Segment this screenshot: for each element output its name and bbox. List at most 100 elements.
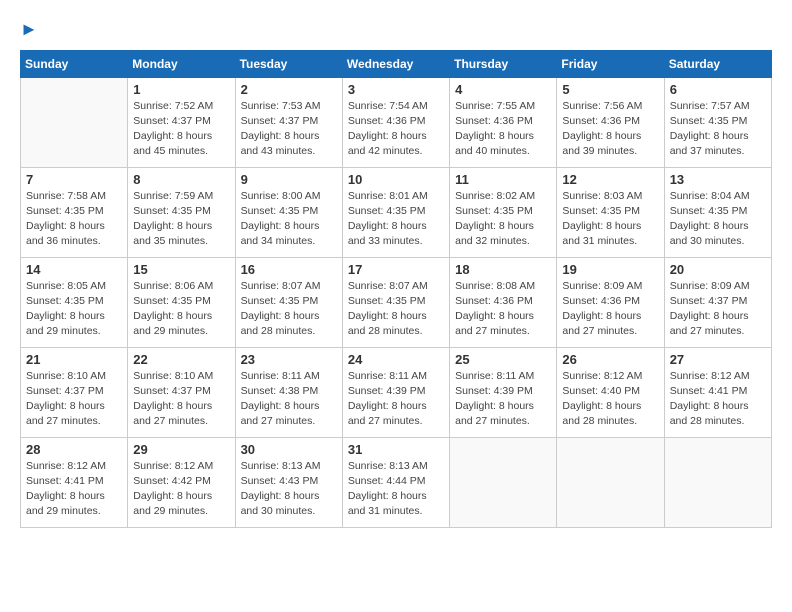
day-header-saturday: Saturday <box>664 50 771 77</box>
day-info: Sunrise: 8:11 AMSunset: 4:39 PMDaylight:… <box>455 369 551 430</box>
calendar-cell: 31 Sunrise: 8:13 AMSunset: 4:44 PMDayligh… <box>342 437 449 527</box>
day-number: 24 <box>348 352 444 367</box>
day-info: Sunrise: 8:12 AMSunset: 4:41 PMDaylight:… <box>670 369 766 430</box>
calendar-table: SundayMondayTuesdayWednesdayThursdayFrid… <box>20 50 772 528</box>
day-number: 29 <box>133 442 229 457</box>
day-info: Sunrise: 8:13 AMSunset: 4:44 PMDaylight:… <box>348 459 444 520</box>
calendar-cell: 29 Sunrise: 8:12 AMSunset: 4:42 PMDayligh… <box>128 437 235 527</box>
day-number: 13 <box>670 172 766 187</box>
day-number: 15 <box>133 262 229 277</box>
logo-icon-triangle: ► <box>20 19 38 39</box>
calendar-cell: 16 Sunrise: 8:07 AMSunset: 4:35 PMDayligh… <box>235 257 342 347</box>
calendar-cell <box>21 77 128 167</box>
day-info: Sunrise: 8:13 AMSunset: 4:43 PMDaylight:… <box>241 459 337 520</box>
day-info: Sunrise: 7:53 AMSunset: 4:37 PMDaylight:… <box>241 99 337 160</box>
day-info: Sunrise: 8:11 AMSunset: 4:38 PMDaylight:… <box>241 369 337 430</box>
day-info: Sunrise: 8:04 AMSunset: 4:35 PMDaylight:… <box>670 189 766 250</box>
day-number: 31 <box>348 442 444 457</box>
logo: ► <box>20 20 38 40</box>
day-number: 3 <box>348 82 444 97</box>
day-info: Sunrise: 8:12 AMSunset: 4:40 PMDaylight:… <box>562 369 658 430</box>
calendar-cell: 3 Sunrise: 7:54 AMSunset: 4:36 PMDaylight… <box>342 77 449 167</box>
calendar-cell: 13 Sunrise: 8:04 AMSunset: 4:35 PMDayligh… <box>664 167 771 257</box>
day-info: Sunrise: 8:00 AMSunset: 4:35 PMDaylight:… <box>241 189 337 250</box>
calendar-cell: 14 Sunrise: 8:05 AMSunset: 4:35 PMDayligh… <box>21 257 128 347</box>
day-info: Sunrise: 8:03 AMSunset: 4:35 PMDaylight:… <box>562 189 658 250</box>
calendar-week-3: 14 Sunrise: 8:05 AMSunset: 4:35 PMDayligh… <box>21 257 772 347</box>
calendar-cell: 4 Sunrise: 7:55 AMSunset: 4:36 PMDaylight… <box>450 77 557 167</box>
day-header-friday: Friday <box>557 50 664 77</box>
day-info: Sunrise: 8:09 AMSunset: 4:36 PMDaylight:… <box>562 279 658 340</box>
calendar-header-row: SundayMondayTuesdayWednesdayThursdayFrid… <box>21 50 772 77</box>
calendar-cell: 5Sunrise: 7:56 AMSunset: 4:36 PMDaylight… <box>557 77 664 167</box>
calendar-cell: 11 Sunrise: 8:02 AMSunset: 4:35 PMDayligh… <box>450 167 557 257</box>
calendar-cell: 17 Sunrise: 8:07 AMSunset: 4:35 PMDayligh… <box>342 257 449 347</box>
day-number: 4 <box>455 82 551 97</box>
day-info: Sunrise: 8:05 AMSunset: 4:35 PMDaylight:… <box>26 279 122 340</box>
day-number: 9 <box>241 172 337 187</box>
day-info: Sunrise: 8:07 AMSunset: 4:35 PMDaylight:… <box>241 279 337 340</box>
day-number: 23 <box>241 352 337 367</box>
calendar-cell <box>450 437 557 527</box>
day-number: 18 <box>455 262 551 277</box>
day-number: 26 <box>562 352 658 367</box>
day-info: Sunrise: 8:09 AMSunset: 4:37 PMDaylight:… <box>670 279 766 340</box>
day-info: Sunrise: 8:12 AMSunset: 4:42 PMDaylight:… <box>133 459 229 520</box>
day-info: Sunrise: 7:55 AMSunset: 4:36 PMDaylight:… <box>455 99 551 160</box>
day-number: 17 <box>348 262 444 277</box>
calendar-week-5: 28 Sunrise: 8:12 AMSunset: 4:41 PMDayligh… <box>21 437 772 527</box>
calendar-cell: 19 Sunrise: 8:09 AMSunset: 4:36 PMDayligh… <box>557 257 664 347</box>
calendar-cell: 25 Sunrise: 8:11 AMSunset: 4:39 PMDayligh… <box>450 347 557 437</box>
day-header-sunday: Sunday <box>21 50 128 77</box>
calendar-cell: 23 Sunrise: 8:11 AMSunset: 4:38 PMDayligh… <box>235 347 342 437</box>
day-info: Sunrise: 8:11 AMSunset: 4:39 PMDaylight:… <box>348 369 444 430</box>
calendar-cell: 30 Sunrise: 8:13 AMSunset: 4:43 PMDayligh… <box>235 437 342 527</box>
day-info: Sunrise: 7:57 AMSunset: 4:35 PMDaylight:… <box>670 99 766 160</box>
calendar-cell: 15 Sunrise: 8:06 AMSunset: 4:35 PMDayligh… <box>128 257 235 347</box>
calendar-cell: 1 Sunrise: 7:52 AMSunset: 4:37 PMDaylight… <box>128 77 235 167</box>
calendar-cell: 12 Sunrise: 8:03 AMSunset: 4:35 PMDayligh… <box>557 167 664 257</box>
calendar-cell <box>557 437 664 527</box>
day-info: Sunrise: 8:10 AMSunset: 4:37 PMDaylight:… <box>26 369 122 430</box>
day-number: 16 <box>241 262 337 277</box>
calendar-cell: 22 Sunrise: 8:10 AMSunset: 4:37 PMDayligh… <box>128 347 235 437</box>
calendar-cell <box>664 437 771 527</box>
calendar-cell: 7 Sunrise: 7:58 AMSunset: 4:35 PMDaylight… <box>21 167 128 257</box>
day-info: Sunrise: 8:06 AMSunset: 4:35 PMDaylight:… <box>133 279 229 340</box>
day-number: 11 <box>455 172 551 187</box>
day-number: 28 <box>26 442 122 457</box>
calendar-cell: 9 Sunrise: 8:00 AMSunset: 4:35 PMDaylight… <box>235 167 342 257</box>
day-number: 1 <box>133 82 229 97</box>
calendar-cell: 18 Sunrise: 8:08 AMSunset: 4:36 PMDayligh… <box>450 257 557 347</box>
day-info: Sunrise: 8:10 AMSunset: 4:37 PMDaylight:… <box>133 369 229 430</box>
day-number: 21 <box>26 352 122 367</box>
day-info: Sunrise: 8:07 AMSunset: 4:35 PMDaylight:… <box>348 279 444 340</box>
day-info: Sunrise: 8:08 AMSunset: 4:36 PMDaylight:… <box>455 279 551 340</box>
day-number: 14 <box>26 262 122 277</box>
day-number: 7 <box>26 172 122 187</box>
day-info: Sunrise: 7:54 AMSunset: 4:36 PMDaylight:… <box>348 99 444 160</box>
day-number: 20 <box>670 262 766 277</box>
day-number: 12 <box>562 172 658 187</box>
day-info: Sunrise: 8:01 AMSunset: 4:35 PMDaylight:… <box>348 189 444 250</box>
page-header: ► <box>20 20 772 40</box>
day-number: 22 <box>133 352 229 367</box>
day-number: 25 <box>455 352 551 367</box>
day-number: 19 <box>562 262 658 277</box>
calendar-week-1: 1 Sunrise: 7:52 AMSunset: 4:37 PMDaylight… <box>21 77 772 167</box>
day-header-wednesday: Wednesday <box>342 50 449 77</box>
calendar-cell: 10Sunrise: 8:01 AMSunset: 4:35 PMDayligh… <box>342 167 449 257</box>
calendar-cell: 26 Sunrise: 8:12 AMSunset: 4:40 PMDayligh… <box>557 347 664 437</box>
day-info: Sunrise: 7:58 AMSunset: 4:35 PMDaylight:… <box>26 189 122 250</box>
day-number: 30 <box>241 442 337 457</box>
day-info: Sunrise: 8:02 AMSunset: 4:35 PMDaylight:… <box>455 189 551 250</box>
calendar-cell: 8Sunrise: 7:59 AMSunset: 4:35 PMDaylight… <box>128 167 235 257</box>
day-info: Sunrise: 8:12 AMSunset: 4:41 PMDaylight:… <box>26 459 122 520</box>
calendar-cell: 27 Sunrise: 8:12 AMSunset: 4:41 PMDayligh… <box>664 347 771 437</box>
calendar-week-2: 7 Sunrise: 7:58 AMSunset: 4:35 PMDaylight… <box>21 167 772 257</box>
day-number: 2 <box>241 82 337 97</box>
day-number: 27 <box>670 352 766 367</box>
day-number: 6 <box>670 82 766 97</box>
day-info: Sunrise: 7:52 AMSunset: 4:37 PMDaylight:… <box>133 99 229 160</box>
calendar-cell: 6 Sunrise: 7:57 AMSunset: 4:35 PMDaylight… <box>664 77 771 167</box>
